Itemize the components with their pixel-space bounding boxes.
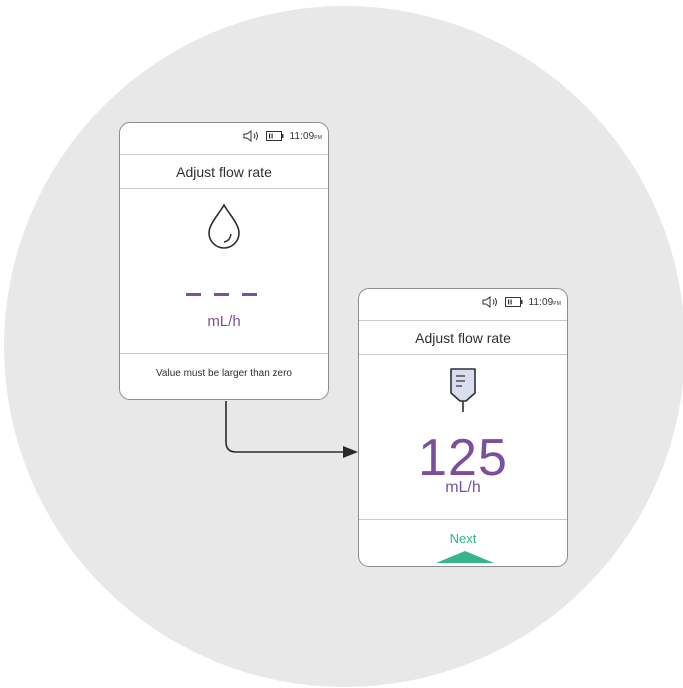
battery-icon: [504, 297, 522, 307]
flow-connector: [225, 401, 358, 458]
divider: [359, 320, 567, 321]
up-triangle-icon[interactable]: [436, 551, 494, 563]
screen-value-entered: 11:09 PM Adjust flow rate 125 mL/h Next: [358, 288, 568, 567]
status-time: 11:09 PM: [528, 296, 561, 308]
speaker-icon: [482, 296, 497, 308]
iv-bag-icon: [450, 368, 476, 412]
divider: [359, 354, 567, 355]
arrow-right-icon: [343, 446, 358, 458]
next-button[interactable]: Next: [359, 531, 567, 546]
diagram-canvas: 11:09 PM Adjust flow rate mL/h Value must…: [0, 0, 683, 688]
screen-title: Adjust flow rate: [415, 330, 511, 346]
divider: [359, 519, 567, 520]
unit-label: mL/h: [445, 479, 481, 496]
flow-rate-value: 125: [418, 429, 508, 487]
connector-line: [225, 401, 343, 453]
status-bar: 11:09 PM: [482, 296, 562, 308]
